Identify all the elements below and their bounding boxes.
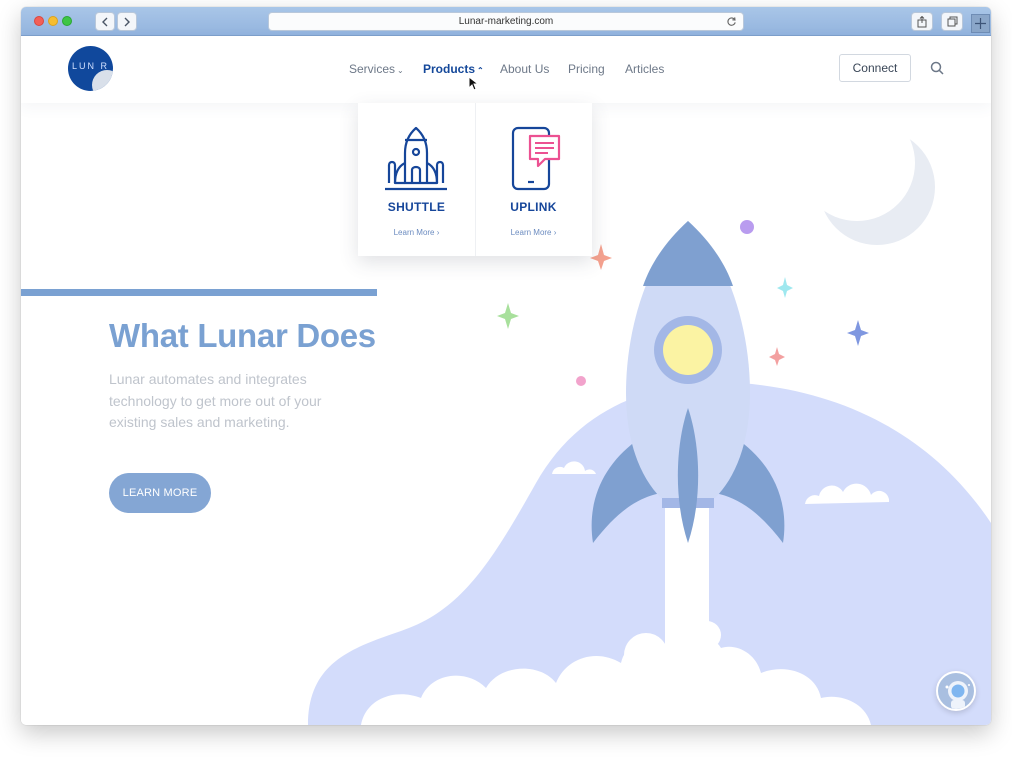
shuttle-title: SHUTTLE — [387, 200, 446, 214]
hero-subtitle: Lunar automates and integrates technolog… — [109, 371, 322, 430]
tabs-icon — [947, 16, 957, 27]
learn-more-button[interactable]: LEARN MORE — [109, 473, 211, 513]
share-icon — [917, 15, 927, 27]
uplink-learn-more-link[interactable]: Learn More › — [475, 228, 592, 237]
nav-products-label: Products — [423, 62, 476, 76]
plus-icon — [975, 18, 986, 29]
nav-services[interactable]: Services ⌄ — [349, 62, 404, 76]
close-window-button[interactable] — [34, 16, 44, 26]
shuttle-learn-more-link[interactable]: Learn More › — [358, 228, 475, 237]
new-tab-button[interactable] — [971, 14, 990, 33]
chevron-left-icon — [102, 17, 108, 26]
address-bar-url: Lunar-marketing.com — [458, 16, 554, 27]
browser-window: Lunar-marketing.com What Lunar Does Luna… — [21, 7, 991, 725]
rocket-icon — [385, 126, 447, 191]
dropdown-item-uplink[interactable]: UPLINK Learn More › — [475, 103, 592, 256]
address-bar[interactable]: Lunar-marketing.com — [268, 12, 744, 31]
chevron-up-icon: ⌃ — [477, 66, 484, 75]
logo-text: LUN R — [71, 61, 109, 71]
nav-services-label: Services — [349, 62, 396, 76]
minimize-window-button[interactable] — [48, 16, 58, 26]
mouse-cursor-icon — [468, 76, 479, 91]
lunar-logo[interactable]: LUN R — [68, 46, 113, 91]
browser-toolbar: Lunar-marketing.com — [21, 7, 991, 36]
chat-widget-button[interactable] — [936, 671, 976, 711]
products-dropdown: SHUTTLE Learn More › UPLINK Learn More › — [358, 103, 592, 256]
nav-articles[interactable]: Articles — [625, 62, 664, 76]
nav-products[interactable]: Products ⌃ — [423, 62, 484, 76]
nav-pricing[interactable]: Pricing — [568, 62, 605, 76]
chevron-right-icon — [124, 17, 130, 26]
site-header: LUN R Services ⌄ Products ⌃ About Us Prici… — [21, 36, 991, 103]
back-button[interactable] — [95, 12, 115, 31]
connect-button[interactable]: Connect — [839, 54, 911, 82]
chevron-down-icon: ⌄ — [397, 66, 404, 75]
tab-overview-button[interactable] — [941, 12, 963, 31]
uplink-title: UPLINK — [510, 200, 557, 214]
phone-chat-icon — [511, 126, 561, 191]
zoom-window-button[interactable] — [62, 16, 72, 26]
nav-about-us[interactable]: About Us — [500, 62, 549, 76]
dropdown-item-shuttle[interactable]: SHUTTLE Learn More › — [358, 103, 475, 256]
search-icon[interactable] — [930, 61, 944, 75]
forward-button[interactable] — [117, 12, 137, 31]
accent-bar — [21, 289, 377, 296]
hero-title: What Lunar Does — [109, 317, 376, 354]
share-button[interactable] — [911, 12, 933, 31]
reload-icon[interactable] — [726, 16, 737, 27]
